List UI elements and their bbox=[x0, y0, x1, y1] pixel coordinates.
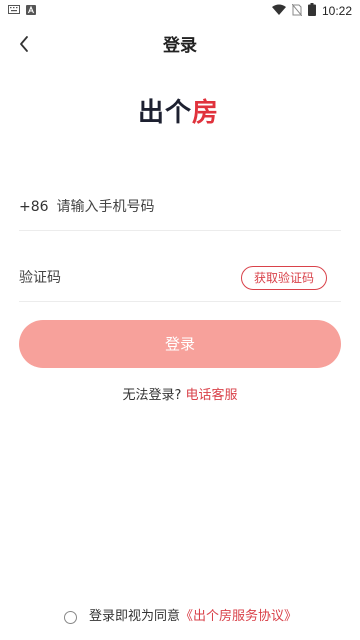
agreement-checkbox[interactable] bbox=[64, 610, 77, 624]
service-agreement-link[interactable]: 《出个房服务协议》 bbox=[180, 608, 297, 626]
phone-input[interactable] bbox=[56, 199, 297, 215]
agreement-text: 登录即视为同意 bbox=[89, 609, 181, 624]
phone-support-link[interactable]: 电话客服 bbox=[186, 388, 238, 403]
page-title: 登录 bbox=[163, 36, 197, 56]
logo-text-red: 房 bbox=[192, 98, 220, 128]
status-bar: 10:22 bbox=[0, 0, 360, 20]
get-code-button[interactable]: 获取验证码 bbox=[240, 266, 327, 290]
a-badge-icon bbox=[26, 4, 36, 18]
status-time: 10:22 bbox=[321, 4, 352, 18]
wifi-icon bbox=[271, 4, 286, 19]
agreement: 登录即视为同意 《出个房服务协议》 bbox=[64, 608, 297, 626]
battery-icon bbox=[307, 3, 316, 19]
phone-row: +86 bbox=[19, 184, 341, 231]
status-bar-right: 10:22 bbox=[271, 3, 352, 19]
login-button[interactable]: 登录 bbox=[19, 320, 341, 368]
country-code[interactable]: +86 bbox=[19, 199, 49, 215]
help-line: 无法登录? 电话客服 bbox=[0, 387, 360, 405]
keyboard-icon bbox=[8, 4, 20, 18]
code-row: 获取验证码 bbox=[19, 254, 341, 302]
no-sim-icon bbox=[291, 3, 303, 19]
app-logo: 出个 房 bbox=[138, 96, 219, 130]
verification-code-input[interactable] bbox=[19, 269, 219, 286]
status-bar-left bbox=[8, 4, 36, 18]
logo-text-dark: 出个 bbox=[138, 98, 193, 128]
help-text: 无法登录? bbox=[122, 388, 182, 403]
